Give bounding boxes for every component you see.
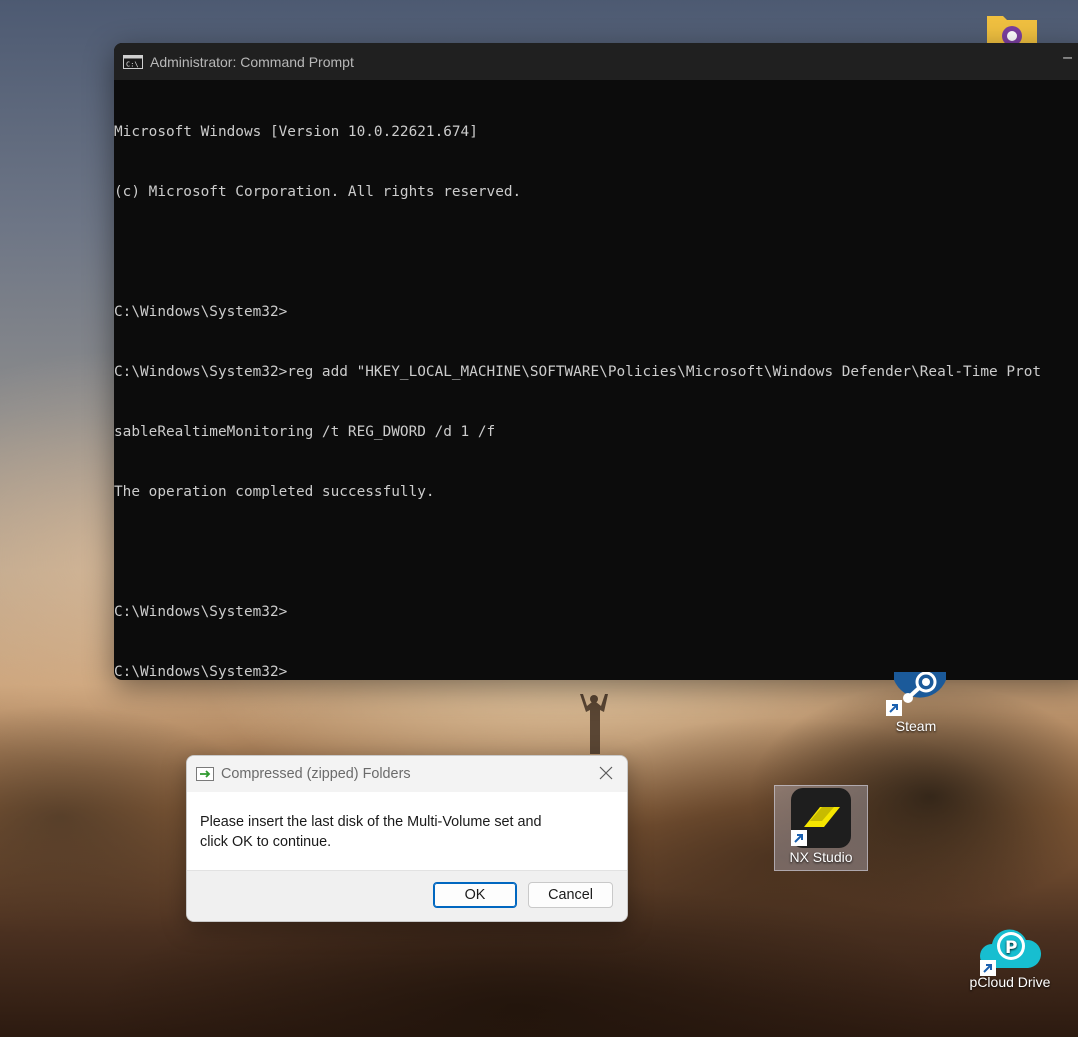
dialog-message-line: click OK to continue. xyxy=(200,834,332,850)
compressed-folders-dialog[interactable]: Compressed (zipped) Folders Please inser… xyxy=(186,755,628,922)
console-line: sableRealtimeMonitoring /t REG_DWORD /d … xyxy=(114,424,496,440)
ok-button[interactable]: OK xyxy=(433,882,517,908)
console-line: (c) Microsoft Corporation. All rights re… xyxy=(114,184,522,200)
dialog-title: Compressed (zipped) Folders xyxy=(221,766,411,782)
command-prompt-window[interactable]: C:\ Administrator: Command Prompt – Micr… xyxy=(114,43,1078,680)
shortcut-arrow-icon xyxy=(886,700,902,716)
dialog-footer: OK Cancel xyxy=(187,870,627,921)
cmd-title: Administrator: Command Prompt xyxy=(150,53,354,70)
shortcut-arrow-icon xyxy=(980,960,996,976)
dialog-message: Please insert the last disk of the Multi… xyxy=(187,792,627,870)
pcloud-drive-label: pCloud Drive xyxy=(969,974,1051,990)
pcloud-drive-desktop-icon[interactable]: P pCloud Drive xyxy=(962,926,1058,1002)
svg-text:C:\: C:\ xyxy=(126,60,139,68)
console-line: C:\Windows\System32> xyxy=(114,304,288,320)
dialog-message-line: Please insert the last disk of the Multi… xyxy=(200,814,542,830)
console-line: C:\Windows\System32> xyxy=(114,604,288,620)
close-icon[interactable] xyxy=(597,764,615,782)
console-line: Microsoft Windows [Version 10.0.22621.67… xyxy=(114,124,478,140)
dialog-titlebar[interactable]: Compressed (zipped) Folders xyxy=(187,756,627,792)
cmd-titlebar[interactable]: C:\ Administrator: Command Prompt – xyxy=(114,43,1078,80)
shortcut-arrow-icon xyxy=(791,830,807,846)
wallpaper-statue xyxy=(580,694,608,754)
cmd-app-icon: C:\ xyxy=(123,54,143,69)
steam-label: Steam xyxy=(895,718,937,734)
nx-studio-label: NX Studio xyxy=(789,849,853,865)
steam-desktop-icon[interactable]: Steam xyxy=(880,672,952,742)
minimize-button[interactable]: – xyxy=(1063,49,1072,67)
folder-icon xyxy=(987,16,1037,46)
svg-text:P: P xyxy=(1005,938,1017,958)
cancel-button[interactable]: Cancel xyxy=(528,882,613,908)
console-line: C:\Windows\System32>reg add "HKEY_LOCAL_… xyxy=(114,364,1042,380)
folder-desktop-icon[interactable] xyxy=(984,12,1040,46)
console-line: The operation completed successfully. xyxy=(114,484,435,500)
cmd-console-output[interactable]: Microsoft Windows [Version 10.0.22621.67… xyxy=(114,80,1078,680)
nx-studio-desktop-icon[interactable]: NX Studio xyxy=(774,785,868,871)
zip-folder-icon xyxy=(196,767,214,781)
